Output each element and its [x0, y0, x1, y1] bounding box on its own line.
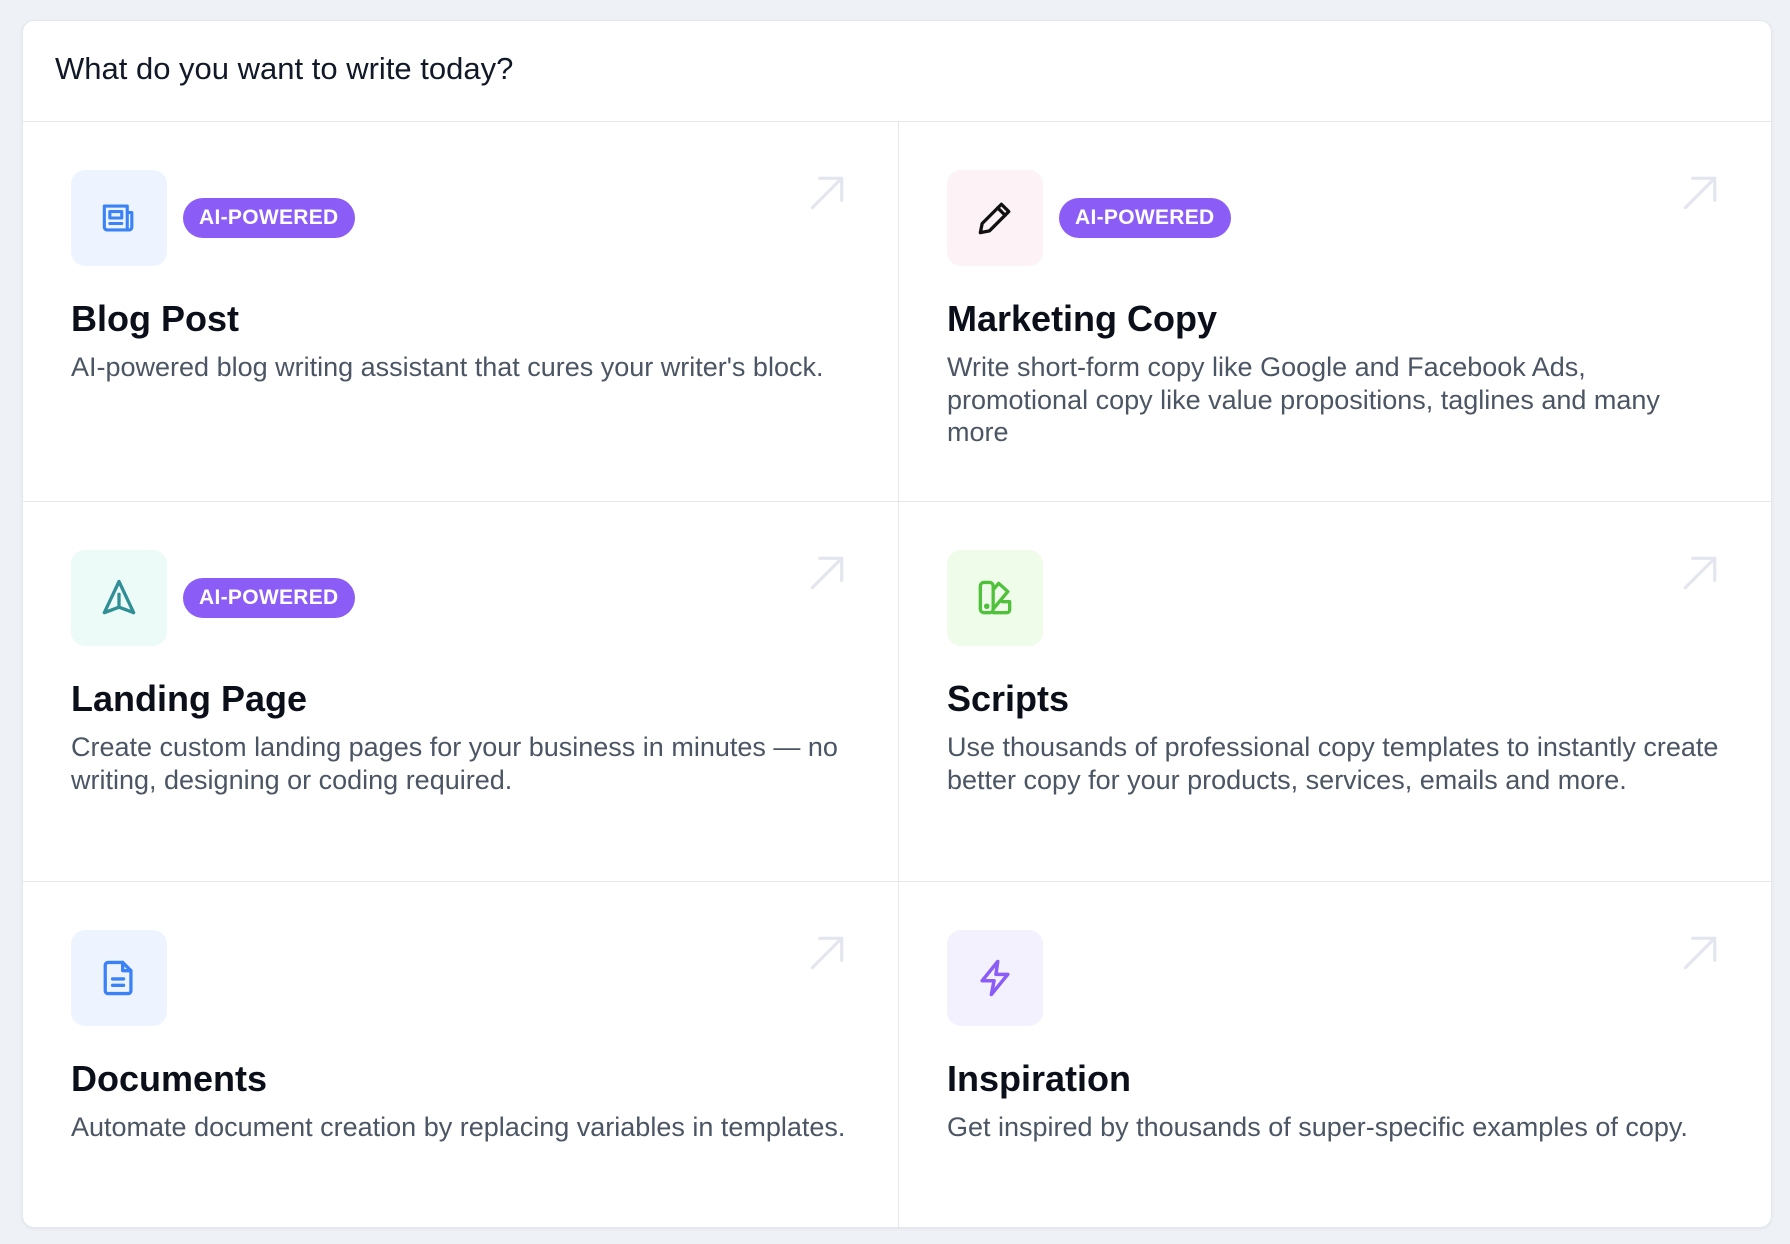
card-header	[947, 930, 1723, 1026]
ai-powered-badge: AI-POWERED	[1059, 198, 1231, 238]
card-header: AI-POWERED	[71, 170, 850, 266]
card-description: Automate document creation by replacing …	[71, 1112, 846, 1142]
inspiration-icon-tile	[947, 930, 1043, 1026]
scripts-icon-tile	[947, 550, 1043, 646]
panel-title: What do you want to write today?	[55, 51, 514, 86]
card-title: Documents	[71, 1058, 268, 1099]
marketing-copy-icon-tile	[947, 170, 1043, 266]
landing-page-icon-tile	[71, 550, 167, 646]
arrow-up-right-icon[interactable]	[806, 932, 848, 974]
card-description: Create custom landing pages for your bus…	[71, 732, 838, 795]
writing-options-panel: What do you want to write today? AI-POWE…	[22, 20, 1772, 1228]
card-description: Write short-form copy like Google and Fa…	[947, 352, 1660, 447]
inspiration-card[interactable]: Inspiration Get inspired by thousands of…	[899, 882, 1771, 1227]
ai-powered-badge: AI-POWERED	[183, 578, 355, 618]
card-description: Get inspired by thousands of super-speci…	[947, 1112, 1688, 1142]
marketing-copy-card[interactable]: AI-POWERED Marketing Copy Write short-fo…	[899, 122, 1771, 502]
scripts-card[interactable]: Scripts Use thousands of professional co…	[899, 502, 1771, 882]
send-icon	[102, 579, 136, 615]
lightning-icon	[980, 959, 1010, 997]
documents-icon-tile	[71, 930, 167, 1026]
document-icon	[103, 960, 133, 996]
pencil-icon	[978, 202, 1011, 235]
panel-header: What do you want to write today?	[23, 21, 1771, 122]
arrow-up-right-icon[interactable]	[806, 552, 848, 594]
ai-powered-badge: AI-POWERED	[183, 198, 355, 238]
card-header	[71, 930, 850, 1026]
arrow-up-right-icon[interactable]	[1679, 552, 1721, 594]
card-title: Blog Post	[71, 298, 239, 339]
card-header	[947, 550, 1723, 646]
card-title: Marketing Copy	[947, 298, 1218, 339]
card-description: Use thousands of professional copy templ…	[947, 732, 1719, 795]
card-header: AI-POWERED	[71, 550, 850, 646]
blog-post-icon-tile	[71, 170, 167, 266]
card-title: Landing Page	[71, 678, 308, 719]
arrow-up-right-icon[interactable]	[1679, 932, 1721, 974]
blog-post-card[interactable]: AI-POWERED Blog Post AI-powered blog wri…	[23, 122, 899, 502]
swatch-icon	[978, 580, 1012, 615]
arrow-up-right-icon[interactable]	[1679, 172, 1721, 214]
newspaper-icon	[102, 204, 134, 232]
card-header: AI-POWERED	[947, 170, 1723, 266]
card-title: Inspiration	[947, 1058, 1132, 1099]
card-title: Scripts	[947, 678, 1070, 719]
options-grid: AI-POWERED Blog Post AI-powered blog wri…	[23, 122, 1771, 1227]
documents-card[interactable]: Documents Automate document creation by …	[23, 882, 899, 1227]
arrow-up-right-icon[interactable]	[806, 172, 848, 214]
card-description: AI-powered blog writing assistant that c…	[71, 352, 824, 382]
landing-page-card[interactable]: AI-POWERED Landing Page Create custom la…	[23, 502, 899, 882]
